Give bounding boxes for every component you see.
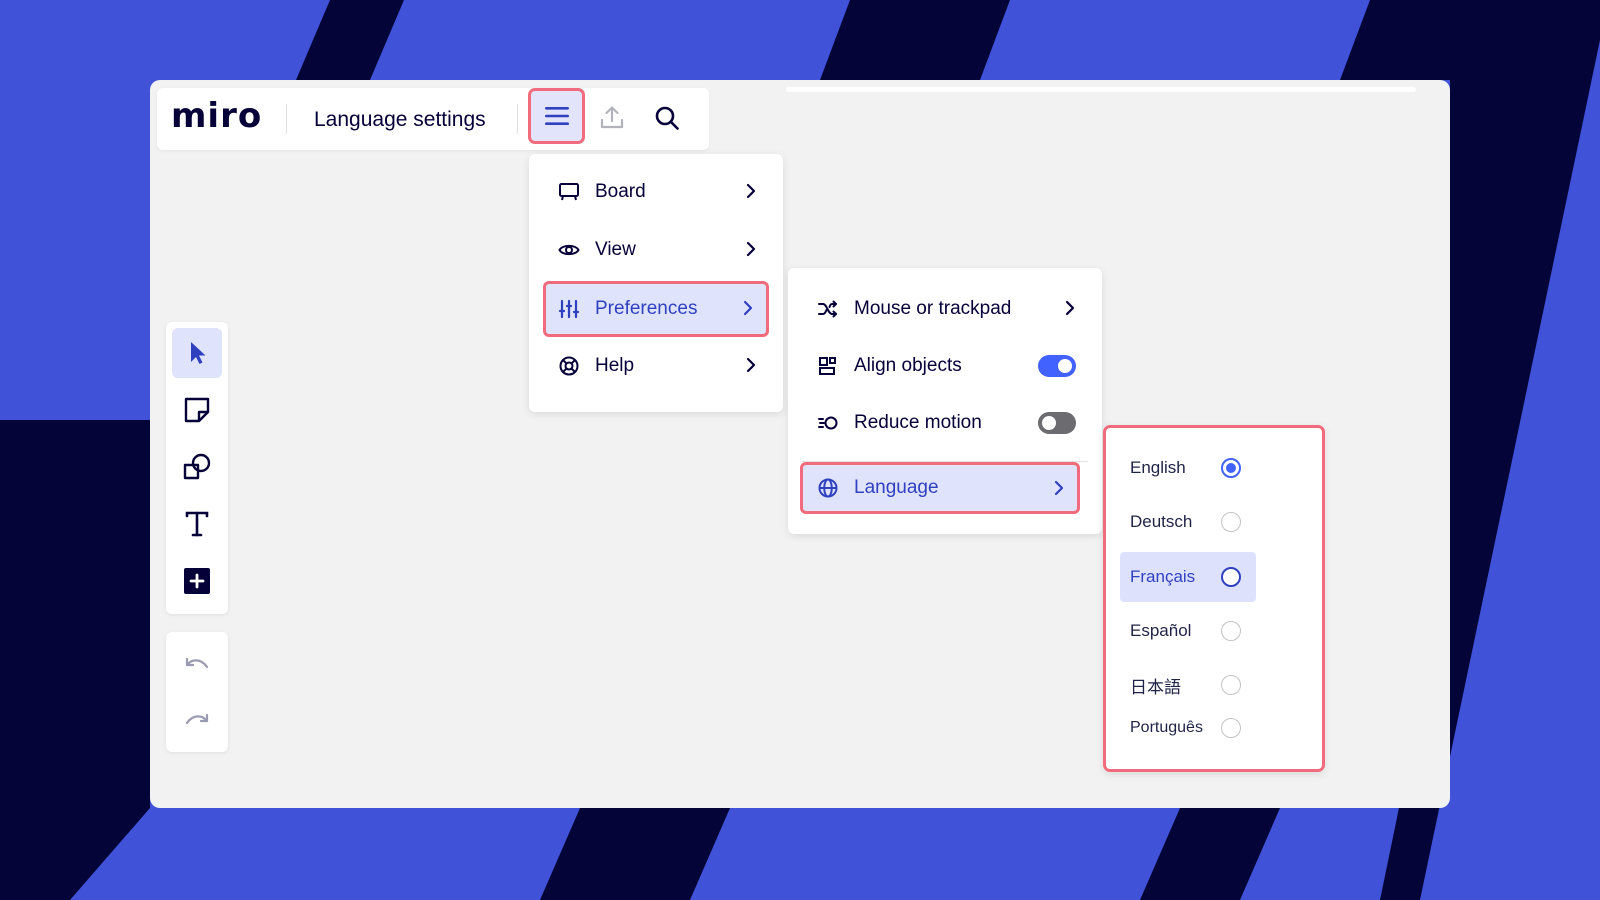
reduce-motion-toggle[interactable] [1038, 412, 1076, 434]
hamburger-menu-icon [544, 107, 569, 125]
add-more-tool[interactable] [172, 556, 222, 606]
menu-item-label: Mouse or trackpad [854, 298, 1012, 319]
menu-item-label: Language [854, 477, 939, 498]
text-tool[interactable] [172, 499, 222, 549]
search-icon [655, 106, 679, 130]
select-tool[interactable] [172, 328, 222, 378]
menu-item-label: Reduce motion [854, 412, 982, 433]
chevron-right-icon [742, 299, 754, 323]
text-icon [185, 511, 209, 537]
align-objects-toggle[interactable] [1038, 355, 1076, 377]
toolbar-divider [286, 104, 287, 134]
board-icon [557, 180, 581, 204]
board-title[interactable]: Language settings [314, 108, 486, 132]
shapes-icon [183, 453, 211, 480]
globe-icon [816, 476, 840, 500]
main-menu-button[interactable] [528, 88, 585, 144]
redo-icon [185, 713, 209, 725]
miro-logo[interactable]: miro [171, 96, 262, 136]
chevron-right-icon [1053, 479, 1065, 503]
chevron-right-icon [1064, 299, 1076, 323]
sliders-icon [557, 297, 581, 321]
sticky-note-tool[interactable] [172, 385, 222, 435]
left-creation-toolbar [166, 322, 228, 614]
toolbar-divider [517, 104, 518, 134]
menu-item-label: Preferences [595, 298, 698, 319]
undo-button[interactable] [172, 640, 222, 690]
menu-item-label: Align objects [854, 355, 962, 376]
top-toolbar: miro Language settings [157, 88, 709, 150]
preferences-menu: Mouse or trackpad Align objects Reduce m… [788, 268, 1102, 534]
language-menu: English Deutsch Français Español 日本語 Por… [1103, 425, 1325, 772]
chevron-right-icon [745, 182, 757, 206]
menu-item-align-objects[interactable]: Align objects [802, 342, 1088, 390]
undo-icon [185, 657, 209, 669]
export-button[interactable] [596, 102, 628, 134]
eye-icon [557, 238, 581, 262]
menu-item-language[interactable]: Language [800, 462, 1080, 514]
shuffle-icon [816, 297, 840, 321]
chevron-right-icon [745, 356, 757, 380]
lifebuoy-icon [557, 354, 581, 378]
sticky-note-icon [184, 397, 210, 423]
shapes-tool[interactable] [172, 442, 222, 492]
language-menu-highlight [1103, 425, 1325, 772]
menu-item-label: Board [595, 181, 646, 202]
align-icon [816, 354, 840, 378]
menu-item-mouse-or-trackpad[interactable]: Mouse or trackpad [802, 285, 1088, 333]
top-bar-placeholder [786, 87, 1416, 92]
miro-board-window: miro Language settings Board View Prefer… [150, 80, 1450, 808]
menu-item-view[interactable]: View [543, 226, 769, 274]
redo-button[interactable] [172, 696, 222, 746]
motion-icon [816, 411, 840, 435]
upload-icon [600, 106, 624, 129]
select-cursor-icon [191, 342, 206, 364]
menu-item-preferences[interactable]: Preferences [543, 281, 769, 337]
main-menu: Board View Preferences Help [529, 154, 783, 412]
menu-item-board[interactable]: Board [543, 168, 769, 216]
menu-item-reduce-motion[interactable]: Reduce motion [802, 399, 1088, 447]
search-button[interactable] [651, 102, 683, 134]
history-toolbar [166, 632, 228, 752]
menu-item-label: View [595, 239, 636, 260]
menu-item-help[interactable]: Help [543, 342, 769, 390]
chevron-right-icon [745, 240, 757, 264]
menu-item-label: Help [595, 355, 635, 376]
add-more-icon [184, 568, 210, 594]
